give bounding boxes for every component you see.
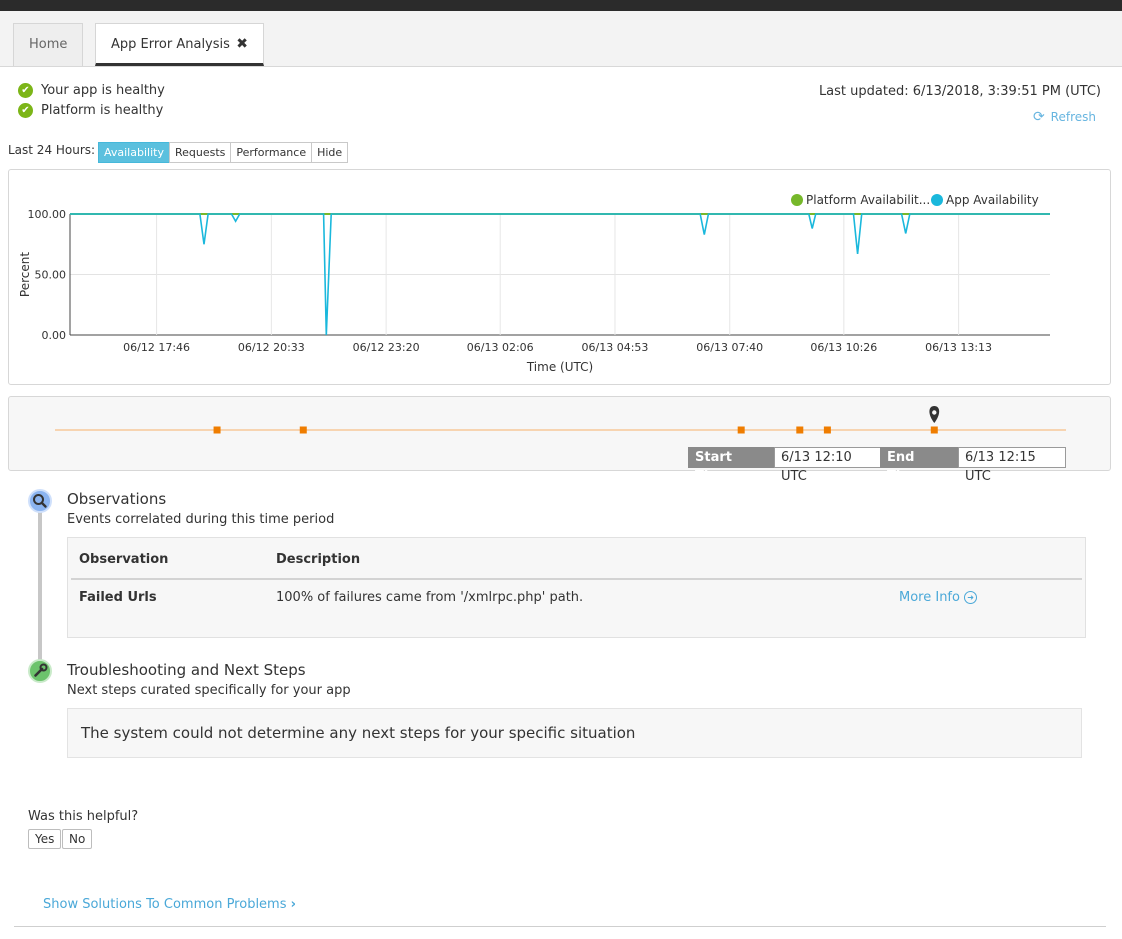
steps-connector-line [38,510,42,660]
table-row-observation: Failed Urls [79,590,157,605]
last-updated-text: Last updated: 6/13/2018, 3:39:51 PM (UTC… [818,84,1101,99]
refresh-button[interactable]: ⟳ Refresh [1033,109,1096,125]
x-tick-label: 06/13 13:13 [925,341,992,354]
timeline-marker[interactable] [823,426,831,434]
y-tick-label: 0.00 [42,329,67,342]
y-axis-title: Percent [18,252,32,297]
more-info-label: More Info [899,590,960,605]
legend-swatch [931,194,943,206]
x-tick-label: 06/13 07:40 [696,341,763,354]
tab-home-label: Home [29,37,68,52]
feedback-yes-button[interactable]: Yes [28,829,62,849]
end-time-label: End Time [880,447,959,484]
chevron-right-icon: › [290,897,296,912]
time-range-label: Last 24 Hours: [8,143,96,157]
x-axis-title: Time (UTC) [526,360,593,374]
availability-chart-svg: 0.00 50.00 100.00 06/12 17:46 06/12 20:33 06/… [18,193,1050,374]
timeline-marker[interactable] [299,426,307,434]
x-tick-label: 06/12 23:20 [353,341,420,354]
close-icon[interactable]: ✖ [236,24,248,65]
arrow-circle-icon: ➜ [964,591,978,604]
feedback-question: Was this helpful? [28,809,139,824]
platform-health-status: ✔ Platform is healthy [18,103,163,118]
next-steps-message: The system could not determine any next … [67,708,1082,758]
legend-swatch [791,194,803,206]
show-solutions-label: Show Solutions To Common Problems [43,897,287,912]
window-top-bar [0,0,1122,11]
tab-home[interactable]: Home [13,23,83,66]
column-header-description: Description [276,552,361,567]
y-tick-label: 50.00 [35,269,67,282]
footer-divider [14,926,1106,927]
legend-label: App Availability [946,193,1039,207]
magnifier-icon [28,489,52,513]
app-health-status: ✔ Your app is healthy [18,83,165,98]
x-tick-label: 06/13 04:53 [582,341,649,354]
column-header-observation: Observation [79,552,169,567]
availability-chart: 0.00 50.00 100.00 06/12 17:46 06/12 20:33 06/… [8,169,1111,385]
x-tick-label: 06/12 20:33 [238,341,305,354]
observations-title: Observations [67,490,167,508]
metric-toggle-group: Availability Requests Performance Hide [98,142,349,163]
map-pin-hole [932,410,937,415]
tab-app-error-analysis[interactable]: App Error Analysis ✖ [95,23,264,66]
timeline-marker[interactable] [796,426,804,434]
show-solutions-link[interactable]: Show Solutions To Common Problems › [43,897,296,912]
timeline-marker[interactable] [213,426,221,434]
platform-health-text: Platform is healthy [41,103,164,118]
event-timeline: Start Time 6/13 12:10 UTC End Time 6/13 … [8,396,1111,484]
timeline-marker[interactable] [737,426,745,434]
tab-bar: Home App Error Analysis ✖ [0,11,1122,67]
tab-app-error-analysis-label: App Error Analysis [111,37,230,52]
observations-table: Observation Description Failed Urls 100%… [67,537,1086,638]
start-time-label: Start Time [688,447,775,484]
x-tick-label: 06/12 17:46 [123,341,190,354]
table-header-divider [71,578,1082,580]
observations-subtitle: Events correlated during this time perio… [67,512,335,527]
check-circle-icon: ✔ [18,83,33,98]
app-health-text: Your app is healthy [41,83,165,98]
wrench-icon [28,659,52,683]
refresh-icon: ⟳ [1032,109,1045,125]
toggle-availability[interactable]: Availability [98,142,170,163]
troubleshooting-title: Troubleshooting and Next Steps [67,661,306,679]
x-tick-label: 06/13 02:06 [467,341,534,354]
toggle-requests[interactable]: Requests [168,142,232,163]
table-row-description: 100% of failures came from '/xmlrpc.php'… [276,590,584,605]
troubleshooting-subtitle: Next steps curated specifically for your… [67,683,351,698]
refresh-label: Refresh [1050,110,1096,124]
end-time-value[interactable]: 6/13 12:15 UTC [958,447,1066,484]
toggle-performance[interactable]: Performance [230,142,313,163]
timeline-marker[interactable] [930,426,938,434]
more-info-link[interactable]: More Info ➜ [899,590,978,605]
toggle-hide[interactable]: Hide [311,142,349,163]
start-time-value[interactable]: 6/13 12:10 UTC [774,447,881,484]
x-tick-label: 06/13 10:26 [810,341,877,354]
legend-label: Platform Availabilit... [806,193,930,207]
y-tick-label: 100.00 [28,208,67,221]
feedback-no-button[interactable]: No [62,829,93,849]
check-circle-icon: ✔ [18,103,33,118]
